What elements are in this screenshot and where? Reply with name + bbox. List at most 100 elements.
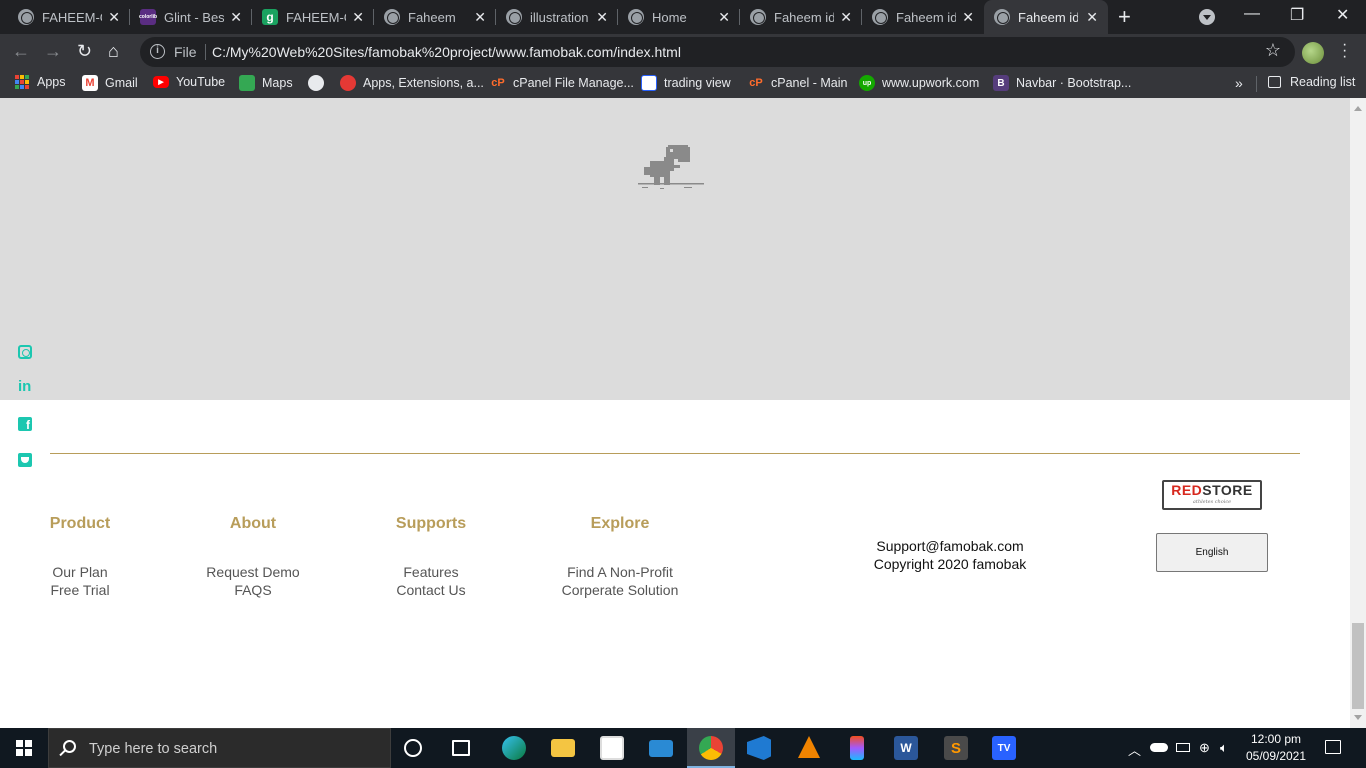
tab-title: FAHEEM-G [42, 9, 102, 25]
tab[interactable]: colorlib Glint - Best ✕ [130, 0, 252, 34]
vscode-icon[interactable] [747, 736, 771, 760]
home-icon[interactable]: ⌂ [108, 41, 119, 62]
tab-active[interactable]: Faheem ide ✕ [984, 0, 1108, 34]
bookmark-cpanel-main[interactable]: cP cPanel - Main [748, 75, 847, 91]
bookmark-globe[interactable] [308, 75, 331, 91]
bookmark-bootstrap[interactable]: B Navbar · Bootstrap... [993, 75, 1131, 91]
scheme-label: File [174, 44, 197, 60]
tab[interactable]: FAHEEM-G ✕ [8, 0, 130, 34]
bookmark-gmail[interactable]: M Gmail [82, 75, 138, 91]
gmail-icon: M [82, 75, 98, 91]
onedrive-icon[interactable] [1150, 743, 1168, 752]
edge-icon[interactable] [502, 736, 526, 760]
footer-link[interactable]: Request Demo [203, 563, 303, 581]
close-icon[interactable]: ✕ [962, 9, 974, 26]
bookmark-cpanel-file[interactable]: cP cPanel File Manage... [490, 75, 634, 91]
word-icon[interactable]: W [894, 736, 918, 760]
chevron-up-icon[interactable]: ︿ [1128, 740, 1141, 759]
new-tab-button[interactable]: + [1118, 4, 1131, 30]
minimize-icon[interactable]: — [1244, 5, 1260, 23]
redstore-logo: REDSTORE athletes choice [1162, 480, 1262, 510]
close-icon[interactable]: ✕ [108, 9, 120, 26]
scroll-thumb[interactable] [1352, 623, 1364, 709]
bookmark-upwork[interactable]: up www.upwork.com [859, 75, 979, 91]
bookmark-apps[interactable]: Apps [15, 75, 66, 89]
tab[interactable]: Faheem ✕ [374, 0, 496, 34]
figma-icon[interactable] [850, 736, 864, 760]
file-explorer-icon[interactable] [551, 739, 575, 757]
bookmark-maps[interactable]: Maps [239, 75, 293, 91]
facebook-icon[interactable]: f [18, 417, 32, 432]
windows-start-icon[interactable] [16, 740, 32, 756]
star-icon[interactable]: ☆ [1265, 40, 1281, 61]
close-icon[interactable]: ✕ [596, 9, 608, 26]
taskbar-clock[interactable]: 12:00 pm 05/09/2021 [1240, 731, 1312, 765]
reading-list-button[interactable]: Reading list [1268, 75, 1355, 89]
restore-icon[interactable]: ❐ [1290, 5, 1304, 25]
volume-icon[interactable]: 🔈︎ [1220, 740, 1228, 756]
extensions-icon [340, 75, 356, 91]
vlc-icon[interactable] [798, 736, 820, 758]
language-button[interactable]: English [1156, 533, 1268, 572]
footer-column-explore: Explore Find A Non-Profit Corperate Solu… [560, 515, 680, 599]
close-icon[interactable]: ✕ [474, 9, 486, 26]
address-bar[interactable]: i File C:/My%20Web%20Sites/famobak%20pro… [140, 37, 1295, 67]
taskbar-search-box[interactable]: Type here to search [48, 728, 391, 768]
tab[interactable]: Faheem ide ✕ [862, 0, 984, 34]
store-icon[interactable] [600, 736, 624, 760]
instagram-icon[interactable] [18, 345, 32, 359]
reload-icon[interactable]: ↻ [77, 41, 92, 62]
menu-icon[interactable]: · · · [1342, 37, 1347, 65]
cortana-icon[interactable] [404, 739, 422, 757]
chrome-icon[interactable] [699, 736, 723, 760]
bookmark-label: cPanel - Main [771, 76, 848, 90]
scroll-down-icon[interactable] [1354, 715, 1362, 724]
mail-icon[interactable] [649, 740, 673, 757]
task-view-icon[interactable] [452, 740, 470, 756]
more-bookmarks-icon[interactable]: » [1235, 75, 1243, 91]
forward-icon[interactable]: → [44, 41, 62, 62]
close-icon[interactable]: ✕ [352, 9, 364, 26]
footer-link[interactable]: Our Plan [40, 563, 120, 581]
close-icon[interactable]: ✕ [230, 9, 242, 26]
info-icon[interactable]: i [150, 44, 165, 59]
profile-avatar[interactable] [1302, 42, 1324, 64]
page-scrollbar[interactable] [1350, 98, 1366, 728]
bookmark-youtube[interactable]: ▶ YouTube [153, 75, 225, 89]
tab[interactable]: Faheem ide ✕ [740, 0, 862, 34]
network-icon[interactable]: ⊕ [1199, 740, 1210, 756]
footer-link[interactable]: Features [386, 563, 476, 581]
scroll-up-icon[interactable] [1354, 102, 1362, 111]
back-icon[interactable]: ← [12, 41, 30, 62]
cpanel-icon: cP [491, 77, 505, 89]
url-text[interactable]: C:/My%20Web%20Sites/famobak%20project/ww… [212, 44, 681, 60]
close-window-icon[interactable]: ✕ [1336, 5, 1349, 25]
footer-link[interactable]: Corperate Solution [560, 581, 680, 599]
footer-link[interactable]: Free Trial [40, 581, 120, 599]
search-icon [63, 740, 76, 753]
tab-search-icon[interactable] [1199, 9, 1215, 25]
linkedin-icon[interactable]: in [18, 379, 32, 394]
twitter-icon[interactable] [18, 453, 32, 467]
sublime-icon[interactable]: S [944, 736, 968, 760]
bookmark-tradingview[interactable]: trading view [641, 75, 731, 91]
footer-link[interactable]: Contact Us [386, 581, 476, 599]
bookmark-label: Apps [37, 75, 66, 89]
tab[interactable]: g FAHEEM-G ✕ [252, 0, 374, 34]
maps-icon [239, 75, 255, 91]
globe-icon [750, 9, 766, 25]
close-icon[interactable]: ✕ [718, 9, 730, 26]
footer-link[interactable]: Find A Non-Profit [560, 563, 680, 581]
footer-link[interactable]: FAQS [203, 581, 303, 599]
tab-title: Faheem ide [774, 9, 834, 25]
globe-icon [308, 75, 324, 91]
close-icon[interactable]: ✕ [1086, 9, 1098, 26]
tradingview-icon[interactable]: TV [992, 736, 1016, 760]
tab[interactable]: Home ✕ [618, 0, 740, 34]
notification-icon[interactable] [1325, 740, 1341, 754]
battery-icon[interactable] [1176, 743, 1190, 752]
close-icon[interactable]: ✕ [840, 9, 852, 26]
bookmark-label: Navbar · Bootstrap... [1016, 76, 1132, 90]
bookmark-extensions[interactable]: Apps, Extensions, a... [340, 75, 484, 91]
tab[interactable]: illustration ✕ [496, 0, 618, 34]
